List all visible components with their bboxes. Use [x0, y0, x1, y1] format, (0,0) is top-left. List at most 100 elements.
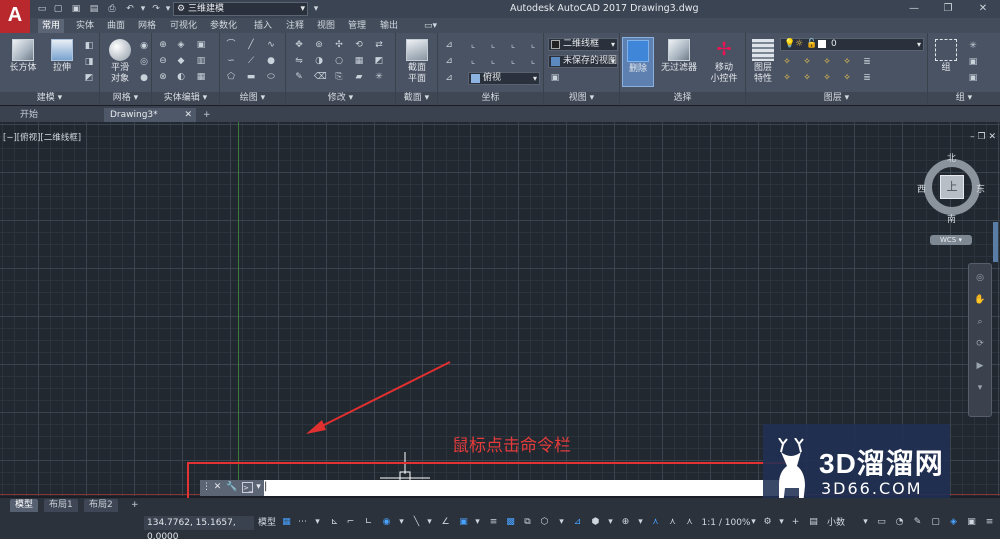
mesh-tool-icon[interactable]: ◉ [139, 41, 149, 51]
transparency-icon[interactable]: ▩ [505, 517, 516, 528]
save-as-icon[interactable]: ▤ [88, 3, 100, 15]
viewcube-top-face[interactable]: 上 [940, 175, 964, 199]
culling-button[interactable]: 删除 [622, 37, 654, 87]
snap-icon[interactable]: ⋯ [297, 517, 308, 528]
solid-tool-icon[interactable]: ◨ [84, 57, 94, 67]
panel-title[interactable]: 网格 ▾ [100, 92, 151, 105]
array-icon[interactable]: ▦ [354, 56, 364, 66]
grid-icon[interactable]: ▦ [281, 517, 292, 528]
coordinate-readout[interactable]: 134.7762, 15.1657, 0.0000 [144, 516, 254, 539]
orbit-icon[interactable]: ⟳ [974, 338, 986, 350]
command-input[interactable]: | [264, 481, 267, 492]
isolate-objects-icon[interactable]: ✎ [912, 517, 923, 528]
showmotion-icon[interactable]: ▶ [974, 360, 986, 372]
explode-icon[interactable]: ✳ [374, 72, 384, 82]
saved-view-dropdown[interactable]: 未保存的视图 ▾ [548, 55, 618, 68]
spline-icon[interactable]: ∽ [226, 56, 236, 66]
object-snap-icon[interactable]: ▣ [458, 517, 469, 528]
wrench-icon[interactable]: 🔧 [226, 482, 237, 493]
layout-tab-layout1[interactable]: 布局1 [44, 499, 78, 512]
layout-tab-model[interactable]: 模型 [10, 499, 39, 512]
no-filter-button[interactable]: 无过滤器 [656, 37, 702, 87]
separate-icon[interactable]: ▦ [196, 72, 206, 82]
panel-title[interactable]: 截面 ▾ [396, 92, 437, 105]
compass-south[interactable]: 南 [947, 212, 956, 225]
arc-icon[interactable]: ⌒ [226, 40, 236, 50]
tab-manage[interactable]: 管理 [344, 19, 370, 33]
wcs-menu[interactable]: WCS ▾ [930, 235, 972, 245]
tab-annotate[interactable]: 注释 [282, 19, 308, 33]
shell-icon[interactable]: ▣ [196, 40, 206, 50]
line-icon[interactable]: ╱ [246, 40, 256, 50]
panel-title[interactable]: 视图 ▾ [544, 92, 619, 105]
interfere-icon[interactable]: ◆ [176, 56, 186, 66]
layer-tool-icon[interactable]: ✧ [782, 73, 792, 83]
customize-icon[interactable]: ≡ [984, 517, 995, 528]
panel-title[interactable]: 修改 ▾ [286, 92, 395, 105]
new-tab-button[interactable]: + [200, 108, 216, 122]
box-button[interactable]: 长方体 [5, 37, 41, 87]
ucs-icon[interactable]: ⊿ [444, 40, 454, 50]
visual-style-dropdown[interactable]: 二维线框 ▾ [548, 38, 618, 51]
ucs-y-icon[interactable]: ⌞ [508, 40, 518, 50]
infer-constraints-icon[interactable]: ⊾ [329, 517, 340, 528]
copy-icon[interactable]: ⎘ [334, 72, 344, 82]
section-plane-button[interactable]: 截面 平面 [399, 37, 435, 87]
chevron-down-icon[interactable]: ▾ [748, 517, 759, 528]
3d-move-icon[interactable]: ✣ [334, 40, 344, 50]
mirror-icon[interactable]: ⇋ [294, 56, 304, 66]
open-file-icon[interactable]: ▢ [52, 3, 64, 15]
chevron-down-icon[interactable]: ▾ [312, 517, 323, 528]
panel-title[interactable]: 建模 ▾ [0, 92, 99, 105]
panel-title[interactable]: 图层 ▾ [746, 92, 927, 105]
annotation-visibility-icon[interactable]: ⋏ [650, 517, 661, 528]
ucs-view-dropdown[interactable]: 俯视 ▾ [468, 72, 540, 85]
command-line[interactable]: ⋮ ✕ 🔧 >_ ▾ | [200, 480, 800, 496]
compass-east[interactable]: 东 [976, 182, 985, 195]
layer-tool-icon[interactable]: ✧ [842, 73, 852, 83]
extrude-button[interactable]: 拉伸 [44, 37, 80, 87]
layer-dropdown[interactable]: 💡 ☼ 🔓 0 ▾ [780, 38, 924, 51]
restore-icon[interactable]: ❐ [940, 2, 956, 16]
erase-icon[interactable]: ⌫ [314, 72, 327, 82]
circle-icon[interactable]: ● [266, 56, 276, 66]
group-edit-icon[interactable]: ▣ [968, 57, 978, 67]
dynamic-input-icon[interactable]: ⌐ [345, 517, 356, 528]
drawing-tab[interactable]: Drawing3* ✕ [104, 108, 196, 122]
rotate-3d-icon[interactable]: ⟲ [354, 40, 364, 50]
move-gizmo-button[interactable]: ✢ 移动 小控件 [704, 37, 744, 87]
print-icon[interactable]: ⎙ [106, 3, 118, 15]
new-file-icon[interactable]: ▭ [36, 3, 48, 15]
layer-tool-icon[interactable]: ✧ [782, 57, 792, 67]
ortho-icon[interactable]: ∟ [363, 517, 374, 528]
ribbon-options-icon[interactable]: ▭▾ [420, 19, 441, 33]
drag-handle-icon[interactable]: ⋮ [201, 482, 212, 493]
tab-visualize[interactable]: 可视化 [166, 19, 201, 33]
group-button[interactable]: 组 [932, 37, 960, 87]
tab-insert[interactable]: 插入 [250, 19, 276, 33]
mesh-tool-icon[interactable]: ◎ [139, 57, 149, 67]
solid-tool-icon[interactable]: ◧ [84, 41, 94, 51]
fullscreen-icon[interactable]: ▣ [966, 517, 977, 528]
annotation-auto-scale-icon[interactable]: ⋏ [684, 517, 695, 528]
mesh-tool-icon[interactable]: ● [139, 73, 149, 83]
ucs-world-icon[interactable]: ⊿ [444, 56, 454, 66]
quick-properties-icon[interactable]: ▭ [876, 517, 887, 528]
tab-view[interactable]: 视图 [313, 19, 339, 33]
layer-tool-icon[interactable]: ✧ [842, 57, 852, 67]
curve-icon[interactable]: ∿ [266, 40, 276, 50]
units-dropdown[interactable]: 小数 [824, 517, 848, 530]
imprint-icon[interactable]: ▥ [196, 56, 206, 66]
zoom-icon[interactable]: ⌕ [974, 316, 986, 328]
viewport-label[interactable]: [−][俯视][二维线框] [3, 131, 81, 143]
selection-filter-icon[interactable]: ⬢ [590, 517, 601, 528]
chevron-down-icon[interactable]: ▾ [556, 517, 567, 528]
target-icon[interactable]: ⊚ [314, 40, 324, 50]
tab-mesh[interactable]: 网格 [134, 19, 160, 33]
dynamic-ucs-icon[interactable]: ⊿ [572, 517, 583, 528]
scale-icon[interactable]: ◩ [374, 56, 384, 66]
close-icon[interactable]: ✕ [975, 2, 991, 16]
fillet-edge-icon[interactable]: ◐ [176, 72, 186, 82]
ucs-object-icon[interactable]: ⌞ [508, 56, 518, 66]
ucs-z-icon[interactable]: ⌞ [528, 40, 538, 50]
